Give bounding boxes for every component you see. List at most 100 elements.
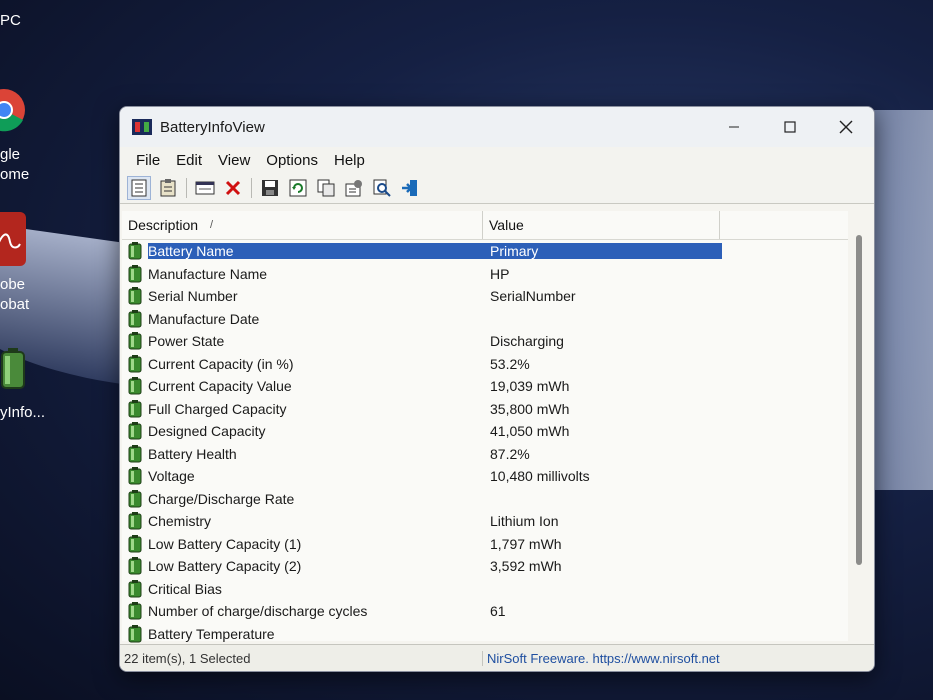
column-header-value[interactable]: Value (483, 211, 720, 239)
find-button[interactable] (371, 177, 393, 199)
list-item[interactable]: Current Capacity Value 19,039 mWh (122, 375, 848, 398)
list-item[interactable]: Full Charged Capacity 35,800 mWh (122, 398, 848, 421)
menu-view[interactable]: View (210, 152, 258, 169)
clipboard-button[interactable] (157, 177, 179, 199)
desktop-label-acrobat-2: obat (0, 296, 30, 313)
minimize-icon (729, 126, 739, 128)
list-item[interactable]: Low Battery Capacity (2) 3,592 mWh (122, 555, 848, 578)
row-description: Chemistry (148, 513, 212, 530)
row-value: HP (490, 265, 510, 282)
app-battery-icon (132, 119, 152, 135)
row-description: Manufacture Date (148, 310, 260, 327)
chrome-icon[interactable] (0, 80, 26, 140)
menu-bar: File Edit View Options Help (120, 147, 874, 173)
list-item[interactable]: Number of charge/discharge cycles 61 (122, 600, 848, 623)
clipboard-icon (160, 179, 176, 197)
desktop-label-batteryinfo: yInfo... (0, 404, 46, 421)
row-value: 35,800 mWh (490, 400, 570, 417)
list-item[interactable]: Power State Discharging (122, 330, 848, 353)
list-item[interactable]: Critical Bias (122, 578, 848, 601)
battery-icon (128, 512, 142, 530)
vertical-scrollbar[interactable] (856, 235, 862, 565)
battery-icon (128, 422, 142, 440)
list-item[interactable]: Serial Number SerialNumber (122, 285, 848, 308)
battery-icon (128, 242, 142, 260)
list-item[interactable]: Manufacture Name HP (122, 263, 848, 286)
menu-file[interactable]: File (128, 152, 168, 169)
status-bar: 22 item(s), 1 Selected NirSoft Freeware.… (120, 644, 874, 671)
row-description: Manufacture Name (148, 265, 268, 282)
acrobat-icon[interactable] (0, 212, 26, 266)
window-title: BatteryInfoView (160, 118, 265, 136)
row-value: SerialNumber (490, 288, 576, 305)
advanced-options-icon (345, 180, 362, 197)
list-item[interactable]: Designed Capacity 41,050 mWh (122, 420, 848, 443)
desktop-label-chrome-2: ome (0, 166, 30, 183)
close-button[interactable] (818, 107, 874, 147)
row-description: Power State (148, 333, 225, 350)
list-item[interactable]: Chemistry Lithium Ion (122, 510, 848, 533)
menu-edit[interactable]: Edit (168, 152, 210, 169)
list-item[interactable]: Low Battery Capacity (1) 1,797 mWh (122, 533, 848, 556)
exit-button[interactable] (399, 177, 421, 199)
battery-icon (128, 602, 142, 620)
battery-icon (128, 557, 142, 575)
row-value: 87.2% (490, 445, 530, 462)
battery-icon (128, 489, 142, 508)
properties-icon (131, 179, 147, 197)
title-bar[interactable]: BatteryInfoView (120, 107, 874, 147)
battery-icon (128, 287, 142, 305)
battery-icon (128, 354, 142, 373)
row-value: Primary (484, 243, 722, 260)
list-item[interactable]: Current Capacity (in %) 53.2% (122, 353, 848, 376)
status-item-count: 22 item(s), 1 Selected (120, 650, 483, 666)
row-value: 53.2% (490, 355, 530, 372)
save-icon (262, 180, 278, 196)
copy-icon (317, 179, 335, 197)
batteryinfoview-desktop-icon[interactable] (0, 348, 26, 390)
list-item[interactable]: Charge/Discharge Rate (122, 488, 848, 511)
advanced-options-button[interactable] (343, 177, 365, 199)
row-description: Battery Name (148, 243, 484, 260)
battery-icon (128, 264, 142, 283)
row-description: Low Battery Capacity (2) (148, 558, 302, 575)
battery-icon (128, 399, 142, 418)
battery-icon (128, 377, 142, 395)
desktop-label-chrome-1: gle (0, 146, 21, 163)
battery-icon (128, 444, 142, 463)
battery-icon (128, 579, 142, 598)
list-item[interactable]: Battery Temperature (122, 623, 848, 646)
find-icon (373, 179, 391, 197)
exit-icon (402, 180, 417, 196)
sort-indicator-icon: / (210, 219, 214, 231)
maximize-button[interactable] (762, 107, 818, 147)
battery-info-list[interactable]: Description / Value Battery Name Primary M… (122, 211, 862, 643)
list-item[interactable]: Voltage 10,480 millivolts (122, 465, 848, 488)
delete-button[interactable] (222, 177, 244, 199)
refresh-button[interactable] (287, 177, 309, 199)
copy-button[interactable] (315, 177, 337, 199)
list-item[interactable]: Battery Health 87.2% (122, 443, 848, 466)
battery-icon (128, 467, 142, 485)
row-description: Number of charge/discharge cycles (148, 603, 368, 620)
html-report-button[interactable] (194, 177, 216, 199)
row-value: Lithium Ion (490, 513, 559, 530)
menu-help[interactable]: Help (326, 152, 373, 169)
menu-options[interactable]: Options (258, 152, 326, 169)
list-rows: Battery Name Primary Manufacture Name HP Ser… (122, 240, 848, 645)
battery-icon (128, 624, 142, 643)
row-value: 19,039 mWh (490, 378, 570, 395)
minimize-button[interactable] (706, 107, 762, 147)
properties-button[interactable] (127, 176, 151, 200)
nirsoft-link[interactable]: NirSoft Freeware. https://www.nirsoft.ne… (483, 651, 720, 666)
row-value: Discharging (490, 333, 564, 350)
save-button[interactable] (259, 177, 281, 199)
list-item[interactable]: Battery Name Primary (122, 240, 848, 263)
row-description: Battery Temperature (148, 625, 275, 642)
row-description: Current Capacity (in %) (148, 355, 294, 372)
refresh-icon (289, 179, 307, 197)
column-header-description[interactable]: Description / (122, 211, 483, 239)
row-description: Serial Number (148, 288, 238, 305)
list-item[interactable]: Manufacture Date (122, 308, 848, 331)
row-description: Current Capacity Value (148, 378, 292, 395)
